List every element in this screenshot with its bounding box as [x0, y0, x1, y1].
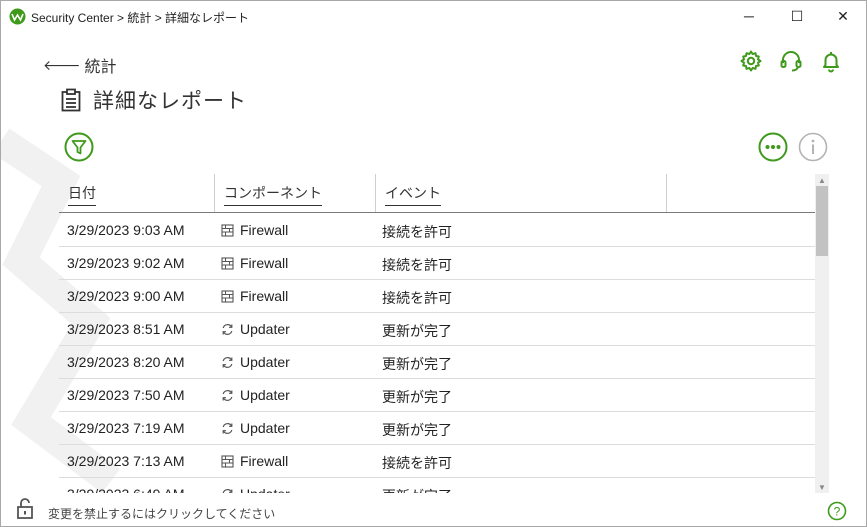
clipboard-icon [61, 88, 81, 112]
cell-component: Firewall [221, 255, 288, 271]
page-header: 詳細なレポート [61, 85, 247, 115]
report-table: 日付 コンポーネント イベント 3/29/2023 9:03 AM Firewal… [59, 174, 815, 493]
firewall-icon [221, 289, 240, 303]
minimize-button[interactable]: ─ [726, 1, 772, 31]
cell-event: 更新が完了 [382, 389, 452, 405]
title-bar: Security Center > 統計 > 詳細なレポート ─ ☐ ✕ [1, 1, 866, 31]
column-header-label: 日付 [68, 183, 96, 206]
table-row[interactable]: 3/29/2023 8:20 AM Updater 更新が完了 [59, 346, 815, 379]
component-label: Updater [240, 321, 290, 337]
table-row[interactable]: 3/29/2023 8:51 AM Updater 更新が完了 [59, 313, 815, 346]
gear-icon[interactable] [739, 49, 763, 73]
bell-icon[interactable] [819, 49, 843, 73]
cell-event: 更新が完了 [382, 486, 452, 493]
more-icon[interactable] [758, 132, 788, 162]
column-header-label: コンポーネント [224, 183, 322, 206]
scrollbar-thumb[interactable] [816, 186, 828, 256]
table-row[interactable]: 3/29/2023 7:50 AM Updater 更新が完了 [59, 379, 815, 412]
firewall-icon [221, 223, 240, 237]
firewall-icon [221, 454, 240, 468]
page-title: 詳細なレポート [93, 90, 247, 113]
cell-component: Firewall [221, 453, 288, 469]
info-icon[interactable] [798, 132, 828, 162]
cell-event: 接続を許可 [382, 290, 452, 306]
column-header-date[interactable]: 日付 [59, 174, 215, 212]
cell-event: 接続を許可 [382, 455, 452, 471]
component-label: Firewall [240, 288, 289, 304]
table-header: 日付 コンポーネント イベント [59, 174, 815, 213]
table-row[interactable]: 3/29/2023 9:03 AM Firewall 接続を許可 [59, 214, 815, 247]
updater-icon [221, 488, 240, 494]
back-arrow-icon: 🡐 [43, 56, 81, 73]
cell-event: 更新が完了 [382, 356, 452, 372]
column-header-event[interactable]: イベント [376, 174, 667, 212]
cell-date: 3/29/2023 7:13 AM [67, 453, 185, 469]
column-header-label: イベント [385, 183, 441, 206]
component-label: Updater [240, 387, 290, 403]
maximize-button[interactable]: ☐ [774, 1, 820, 31]
table-row[interactable]: 3/29/2023 9:00 AM Firewall 接続を許可 [59, 280, 815, 313]
table-row[interactable]: 3/29/2023 7:13 AM Firewall 接続を許可 [59, 445, 815, 478]
table-row[interactable]: 3/29/2023 6:49 AM Updater 更新が完了 [59, 478, 815, 493]
scroll-down-icon[interactable]: ▼ [815, 481, 829, 493]
table-row[interactable]: 3/29/2023 7:19 AM Updater 更新が完了 [59, 412, 815, 445]
component-label: Firewall [240, 222, 289, 238]
cell-component: Firewall [221, 288, 288, 304]
component-label: Updater [240, 354, 290, 370]
back-label: 統計 [84, 59, 117, 76]
close-button[interactable]: ✕ [820, 1, 866, 31]
cell-event: 接続を許可 [382, 224, 452, 240]
cell-date: 3/29/2023 7:50 AM [67, 387, 185, 403]
cell-component: Updater [221, 486, 290, 493]
filter-icon[interactable] [64, 132, 94, 162]
cell-date: 3/29/2023 9:03 AM [67, 222, 185, 238]
cell-component: Updater [221, 354, 290, 370]
cell-date: 3/29/2023 7:19 AM [67, 420, 185, 436]
vertical-scrollbar[interactable]: ▲ ▼ [815, 174, 829, 493]
app-window: Security Center > 統計 > 詳細なレポート ─ ☐ ✕ 🡐 統… [0, 0, 867, 527]
component-label: Firewall [240, 255, 289, 271]
cell-date: 3/29/2023 8:51 AM [67, 321, 185, 337]
updater-icon [221, 389, 240, 402]
help-icon[interactable]: ? [827, 501, 847, 521]
status-bar-text[interactable]: 変更を禁止するにはクリックしてください [48, 505, 275, 522]
column-header-empty [667, 174, 815, 212]
cell-event: 接続を許可 [382, 257, 452, 273]
firewall-icon [221, 256, 240, 270]
cell-component: Firewall [221, 222, 288, 238]
updater-icon [221, 323, 240, 336]
cell-date: 3/29/2023 6:49 AM [67, 486, 185, 493]
cell-component: Updater [221, 321, 290, 337]
updater-icon [221, 356, 240, 369]
component-label: Firewall [240, 453, 289, 469]
cell-component: Updater [221, 387, 290, 403]
table-row[interactable]: 3/29/2023 9:02 AM Firewall 接続を許可 [59, 247, 815, 280]
cell-date: 3/29/2023 9:00 AM [67, 288, 185, 304]
app-logo-icon [9, 8, 26, 25]
back-link[interactable]: 🡐 統計 [43, 53, 117, 77]
updater-icon [221, 422, 240, 435]
column-header-component[interactable]: コンポーネント [215, 174, 376, 212]
component-label: Updater [240, 420, 290, 436]
cell-date: 3/29/2023 9:02 AM [67, 255, 185, 271]
cell-event: 更新が完了 [382, 323, 452, 339]
cell-date: 3/29/2023 8:20 AM [67, 354, 185, 370]
headset-icon[interactable] [779, 49, 803, 73]
window-title: Security Center > 統計 > 詳細なレポート [31, 11, 250, 25]
component-label: Updater [240, 486, 290, 493]
scroll-up-icon[interactable]: ▲ [815, 174, 829, 186]
cell-event: 更新が完了 [382, 422, 452, 438]
cell-component: Updater [221, 420, 290, 436]
help-glyph: ? [834, 505, 841, 519]
unlock-icon[interactable] [14, 497, 38, 521]
